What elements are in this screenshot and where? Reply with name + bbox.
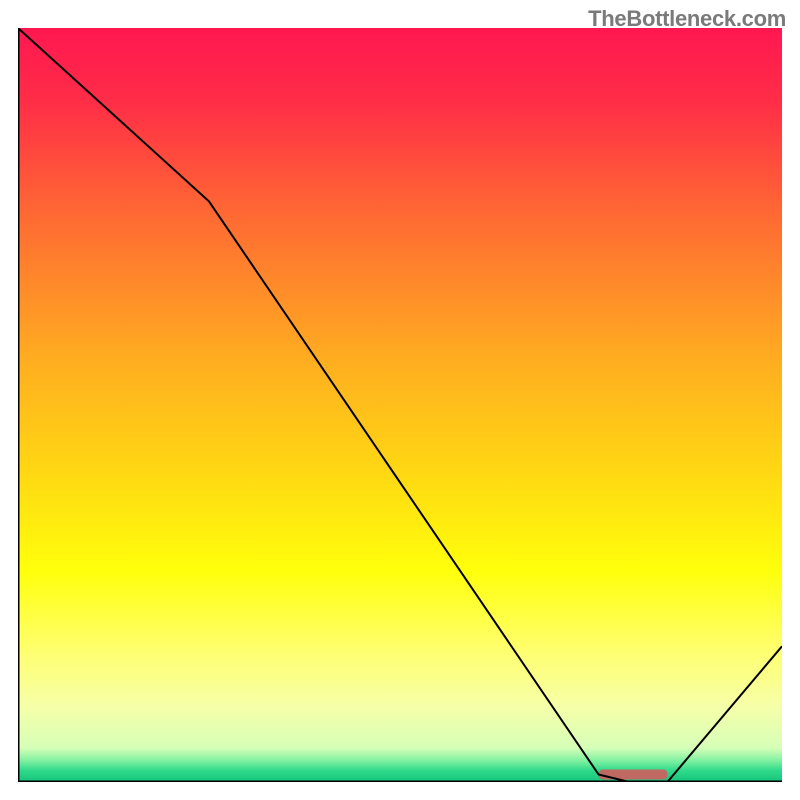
chart-container: TheBottleneck.com: [0, 0, 800, 800]
chart-svg: [18, 28, 782, 782]
gradient-background: [18, 28, 782, 782]
plot-area: [18, 28, 782, 782]
watermark-label: TheBottleneck.com: [588, 6, 786, 32]
